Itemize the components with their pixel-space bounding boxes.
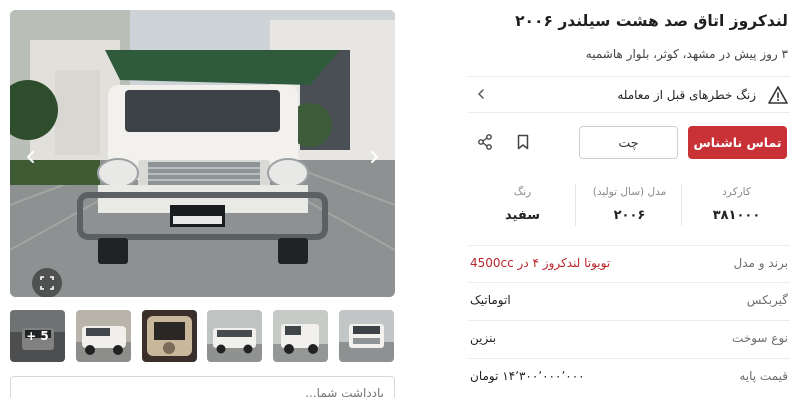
spec-row-base-price: قیمت پایه ۱۴٬۳۰۰٬۰۰۰٬۰۰۰ تومان — [468, 358, 790, 395]
spec-row-gearbox: گیربکس اتوماتیک — [468, 282, 790, 319]
listing-title: لندکروز اتاق صد هشت سیلندر ۲۰۰۶ — [515, 12, 788, 30]
anonymous-contact-button[interactable]: تماس ناشناس — [688, 126, 787, 159]
stat-value: ۳۸۱۰۰۰ — [712, 208, 761, 223]
note-input[interactable] — [10, 376, 395, 398]
spec-row-brand-model: برند و مدل تویوتا لندکروز ۴ در 4500cc — [468, 245, 790, 282]
spec-key: نوع سوخت — [732, 331, 788, 345]
thumbnail-image — [273, 310, 328, 362]
thumbnail[interactable] — [339, 310, 394, 362]
thumbnail[interactable] — [76, 310, 131, 362]
spec-key: گیربکس — [746, 293, 788, 307]
main-photo[interactable] — [10, 10, 395, 297]
thumbnail-more[interactable]: + 5 — [10, 310, 65, 362]
spec-key: قیمت پایه — [739, 369, 788, 383]
key-stats: کارکرد ۳۸۱۰۰۰ مدل (سال تولید) ۲۰۰۶ رنگ س… — [468, 182, 790, 232]
thumbnail[interactable] — [273, 310, 328, 362]
bookmark-icon[interactable] — [514, 133, 532, 151]
thumbnail[interactable] — [207, 310, 262, 362]
thumbnail[interactable] — [142, 310, 197, 362]
spec-row-fuel: نوع سوخت بنزین — [468, 320, 790, 357]
share-icon[interactable] — [476, 133, 494, 151]
stat-model-year: مدل (سال تولید) ۲۰۰۶ — [576, 182, 683, 230]
spec-value-link[interactable]: تویوتا لندکروز ۴ در 4500cc — [470, 256, 610, 270]
thumbnail-image — [76, 310, 131, 362]
chevron-right-icon[interactable] — [367, 150, 381, 164]
warning-triangle-icon — [768, 86, 788, 104]
spec-value: ۱۴٬۳۰۰٬۰۰۰٬۰۰۰ تومان — [470, 369, 585, 383]
stat-value: سفید — [505, 208, 540, 223]
spec-key: برند و مدل — [733, 256, 788, 270]
stat-label: کارکرد — [722, 186, 751, 198]
stat-color: رنگ سفید — [469, 182, 576, 230]
listing-subtitle: ۳ روز پیش در مشهد، کوثر، بلوار هاشمیه — [585, 47, 788, 61]
fullscreen-button[interactable] — [32, 268, 62, 297]
chevron-left-icon[interactable] — [24, 150, 38, 164]
risk-warning-label: زنگ خطرهای قبل از معامله — [617, 88, 756, 102]
stat-value: ۲۰۰۶ — [613, 208, 646, 223]
chevron-left-icon — [478, 89, 484, 99]
more-photos-count: + 5 — [10, 310, 65, 362]
spec-value: اتوماتیک — [470, 293, 511, 307]
car-photo-illustration — [10, 10, 395, 297]
chat-button[interactable]: چت — [579, 126, 678, 159]
stat-label: مدل (سال تولید) — [592, 186, 667, 198]
expand-icon — [40, 276, 54, 290]
thumbnail-image — [142, 310, 197, 362]
stat-mileage: کارکرد ۳۸۱۰۰۰ — [683, 182, 790, 230]
risk-warning-row[interactable]: زنگ خطرهای قبل از معامله — [468, 76, 790, 113]
spec-value: بنزین — [470, 331, 497, 345]
thumbnail-image — [339, 310, 394, 362]
stat-label: رنگ — [513, 186, 532, 198]
thumbnail-image — [207, 310, 262, 362]
